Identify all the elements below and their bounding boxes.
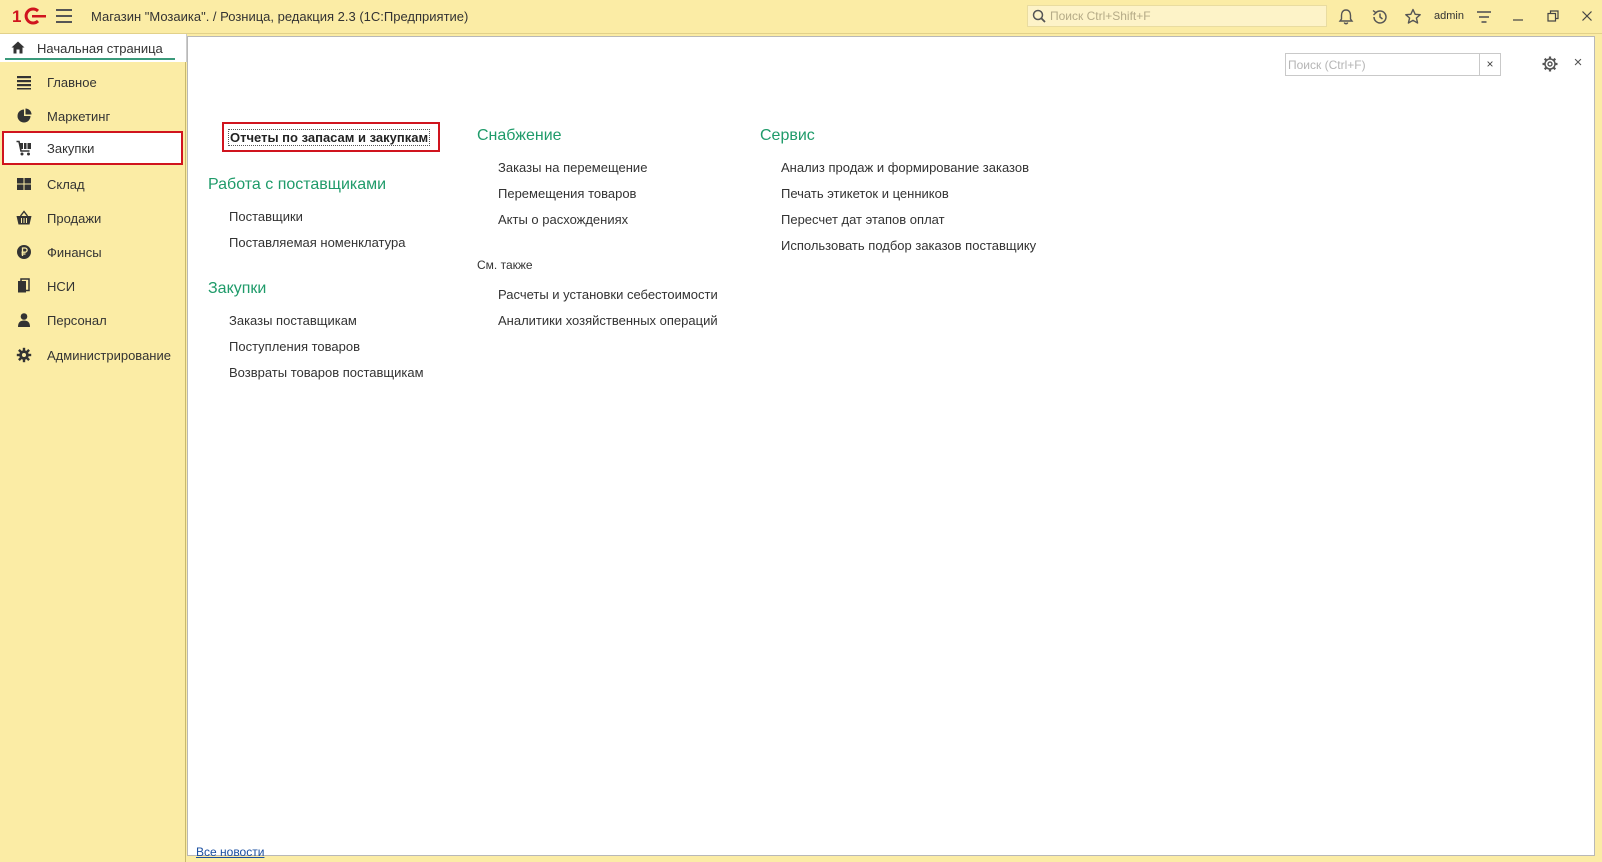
news-link-partial[interactable]: Все новости [196,845,264,859]
sidebar-item-label: НСИ [47,279,76,294]
tab-home-page[interactable]: Начальная страница [5,36,175,60]
global-search[interactable] [1027,5,1327,27]
link-supplier-returns[interactable]: Возвраты товаров поставщикам [229,365,424,380]
global-search-input[interactable] [1050,6,1320,26]
basket-icon [16,210,32,225]
featured-report-link[interactable]: Отчеты по запасам и закупкам [222,122,440,152]
sidebar-item-label: Главное [47,75,97,90]
ruble-icon [17,245,31,259]
section-panel: × × Отчеты по запасам и закупкам Работа … [187,36,1595,856]
1c-logo-icon[interactable]: 1 [12,6,46,26]
link-transfer-orders[interactable]: Заказы на перемещение [498,160,647,175]
sidebar-item-administration[interactable]: Администрирование [2,338,183,372]
home-tab-bar: Начальная страница [0,34,187,62]
sidebar-item-label: Продажи [47,211,102,226]
section-title-suppliers-work: Работа с поставщиками [208,176,387,193]
sidebar-item-sales[interactable]: Продажи [2,201,183,235]
link-discrepancy-acts[interactable]: Акты о расхождениях [498,212,628,227]
title-bar: 1 Магазин "Мозаика". / Розница, редакция… [0,0,1602,34]
window-title: Магазин "Мозаика". / Розница, редакция 2… [91,9,469,24]
link-business-operation-analytics[interactable]: Аналитики хозяйственных операций [498,313,718,328]
sidebar-item-label: Закупки [47,141,95,156]
person-icon [18,313,30,327]
link-cost-settings[interactable]: Расчеты и установки себестоимости [498,287,718,302]
panel-search[interactable]: × [1285,53,1501,76]
documents-icon [18,278,30,293]
svg-text:1: 1 [12,7,21,26]
bell-icon[interactable] [1336,7,1356,27]
restore-icon[interactable] [1545,8,1561,24]
minimize-icon[interactable] [1510,8,1526,24]
sidebar-item-warehouse[interactable]: Склад [2,167,183,201]
sidebar-item-finance[interactable]: Финансы [2,235,183,269]
link-supplier-orders[interactable]: Заказы поставщикам [229,313,357,328]
sidebar-item-label: Администрирование [47,348,171,363]
sidebar-item-main[interactable]: Главное [2,65,183,99]
grid-icon [17,178,31,190]
link-sales-analysis-orders[interactable]: Анализ продаж и формирование заказов [781,160,1029,175]
cart-icon [16,140,31,156]
link-print-labels[interactable]: Печать этикеток и ценников [781,186,949,201]
sidebar-item-purchases[interactable]: Закупки [2,131,183,165]
link-goods-receipts[interactable]: Поступления товаров [229,339,360,354]
sidebar-item-marketing[interactable]: Маркетинг [2,99,183,133]
section-title-supply: Снабжение [477,127,562,144]
search-icon [1032,9,1046,23]
featured-report-label: Отчеты по запасам и закупкам [228,129,431,146]
panel-settings-gear-icon[interactable] [1541,55,1559,73]
link-recalc-payment-dates[interactable]: Пересчет дат этапов оплат [781,212,945,227]
favorites-star-icon[interactable] [1403,7,1423,27]
pie-chart-icon [17,108,32,123]
link-use-order-selection[interactable]: Использовать подбор заказов поставщику [781,238,1036,253]
sidebar-item-nsi[interactable]: НСИ [2,269,183,303]
panel-search-input[interactable] [1288,55,1478,74]
link-supplied-nomenclature[interactable]: Поставляемая номенклатура [229,235,405,250]
sidebar-item-label: Персонал [47,313,107,328]
sidebar-item-label: Финансы [47,245,102,260]
panel-close-button[interactable]: × [1570,55,1586,71]
sections-sidebar: Главное Маркетинг Закупки Склад Продажи … [0,62,186,862]
window-close-icon[interactable] [1579,8,1595,24]
clear-search-button[interactable]: × [1479,54,1500,75]
see-also-title: См. также [477,258,533,272]
settings-menu-icon[interactable] [1474,7,1494,27]
current-user[interactable]: admin [1434,10,1464,22]
list-icon [17,76,31,90]
link-suppliers[interactable]: Поставщики [229,209,303,224]
sidebar-item-label: Маркетинг [47,109,111,124]
tab-home-label: Начальная страница [37,41,163,56]
sidebar-item-label: Склад [47,177,85,192]
home-icon [11,41,25,54]
link-goods-transfers[interactable]: Перемещения товаров [498,186,636,201]
main-menu-icon[interactable] [56,9,72,23]
gear-icon [16,347,32,363]
history-icon[interactable] [1370,7,1390,27]
section-title-purchases: Закупки [208,280,267,297]
sidebar-item-staff[interactable]: Персонал [2,303,183,337]
section-title-service: Сервис [760,127,815,144]
